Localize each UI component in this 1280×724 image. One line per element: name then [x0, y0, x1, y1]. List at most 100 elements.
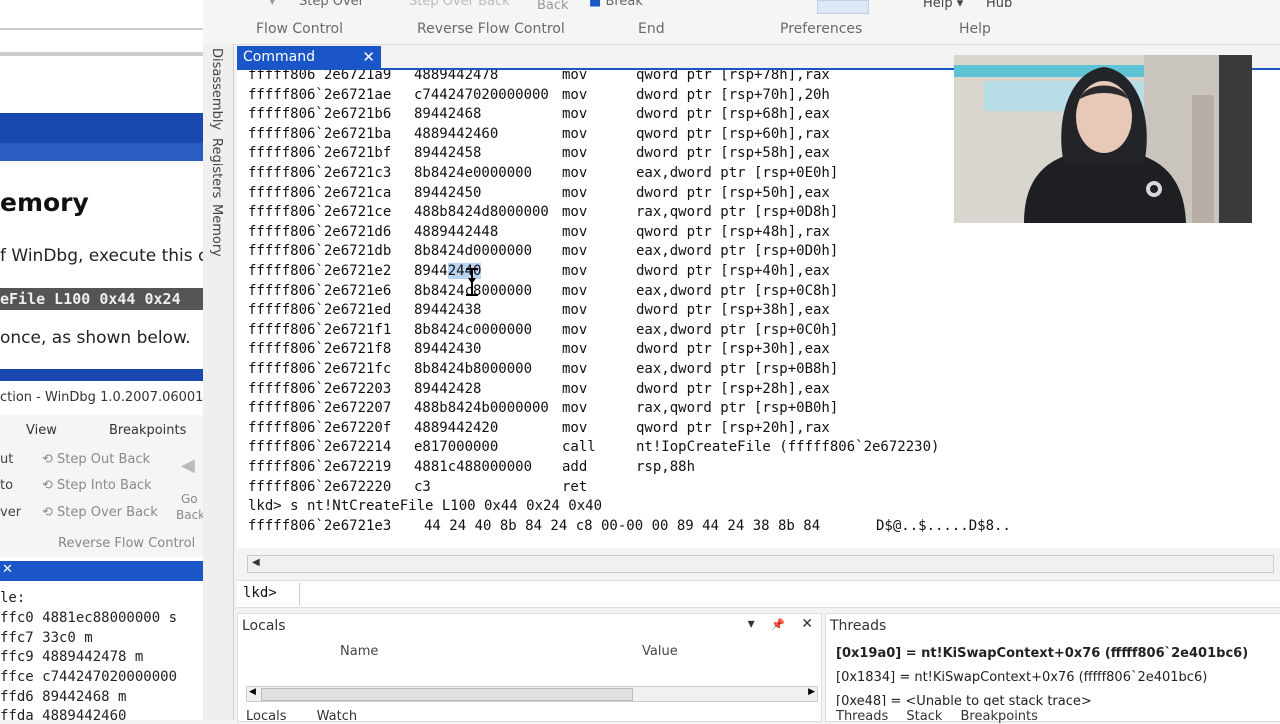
dropdown-icon[interactable]: ▾	[748, 616, 755, 632]
disasm-bytes: 89442430	[414, 341, 482, 358]
disasm-opcode: mov	[562, 419, 588, 436]
result-address: fffff806`2e6721e3	[248, 517, 392, 534]
disasm-bytes: 488b8424d8000000	[414, 204, 549, 221]
disasm-opcode: call	[562, 439, 596, 456]
tab-command-label: Command	[243, 49, 315, 65]
break-icon: ■	[589, 0, 602, 9]
scrollbar-thumb[interactable]	[261, 688, 633, 701]
thread-item[interactable]: [0x19a0] = nt!KiSwapContext+0x76 (fffff8…	[836, 646, 1248, 661]
disasm-address: fffff806`2e67220f	[248, 419, 392, 436]
command-echo[interactable]: lkd> s nt!NtCreateFile L100 0x44 0x24 0x…	[248, 498, 602, 517]
disasm-opcode: mov	[562, 321, 588, 338]
disasm-address: fffff806`2e6721db	[248, 243, 392, 260]
disasm-operands: eax,dword ptr [rsp+0D0h]	[636, 243, 839, 260]
column-header-name[interactable]: Name	[340, 644, 378, 659]
tab-registers[interactable]: Registers	[209, 138, 224, 198]
group-reverse-flow-control: Reverse Flow Control	[417, 21, 565, 37]
disasm-opcode: mov	[562, 184, 588, 201]
close-icon[interactable]: ✕	[2, 562, 13, 577]
horizontal-scrollbar[interactable]: ◀	[247, 555, 1274, 573]
prompt-label: lkd>	[243, 585, 277, 601]
disasm-address: fffff806`2e6721bf	[248, 145, 392, 162]
locals-panel: Locals ▾ 📌 ✕ Name Value ◀ ▶ Locals Watch	[237, 613, 822, 724]
command-input[interactable]	[299, 583, 1279, 605]
disasm-operands: eax,dword ptr [rsp+0C0h]	[636, 321, 839, 338]
pin-icon[interactable]: 📌	[771, 618, 785, 631]
disasm-operands: rax,qword ptr [rsp+0D8h]	[636, 204, 839, 221]
disasm-operands: dword ptr [rsp+28h],eax	[636, 380, 830, 397]
step-into-back-button[interactable]: ⟲ Step Into Back	[42, 478, 152, 493]
disasm-bytes: 4889442460	[414, 125, 499, 142]
disasm-bytes: 8b8424b8000000	[414, 361, 533, 377]
window-titlebar-accent	[0, 369, 203, 381]
disasm-opcode: mov	[562, 204, 588, 221]
step-out-back-button[interactable]: ⟲ Step Out Back	[42, 452, 150, 467]
scroll-left-icon[interactable]: ◀	[249, 687, 256, 697]
disasm-bytes: 89442458	[414, 145, 482, 162]
disasm-operands: dword ptr [rsp+58h],eax	[636, 145, 830, 162]
disasm-operands: rsp,88h	[636, 459, 696, 475]
disasm-opcode: mov	[562, 223, 588, 240]
window-title: ction - WinDbg 1.0.2007.06001	[0, 390, 203, 405]
disasm-address: fffff806`2e6721ca	[248, 184, 392, 201]
thread-item[interactable]: [0x1834] = nt!KiSwapContext+0x76 (fffff8…	[836, 670, 1207, 685]
tab-watch[interactable]: Watch	[317, 709, 357, 724]
disasm-opcode: mov	[562, 125, 588, 142]
scroll-right-icon[interactable]: ▶	[808, 687, 815, 697]
disasm-bytes: c744247020000000	[414, 86, 549, 103]
step-over-back-button[interactable]: Step Over Back	[409, 0, 510, 9]
disasm-address: fffff806`2e672214	[248, 439, 392, 456]
disasm-address: fffff806`2e6721f8	[248, 341, 392, 358]
disasm-opcode: mov	[562, 282, 588, 299]
disasm-address: fffff806`2e672219	[248, 459, 392, 475]
tab-memory[interactable]: Memory	[209, 204, 224, 257]
disasm-address: fffff806`2e6721b6	[248, 106, 392, 123]
disasm-address: fffff806`2e6721e2	[248, 263, 392, 279]
close-icon[interactable]: ✕	[362, 46, 375, 68]
disasm-opcode: mov	[562, 361, 588, 377]
disasm-bytes: e817000000	[414, 439, 499, 456]
horizontal-scrollbar[interactable]: ◀ ▶	[246, 686, 818, 702]
disasm-bytes: 8b8424d0000000	[414, 243, 533, 260]
result-ascii: D$@..$.....D$8..	[876, 517, 1011, 534]
disasm-bytes: 4889442478	[414, 70, 499, 83]
disasm-address: fffff806`2e672203	[248, 380, 392, 397]
tab-threads[interactable]: Threads	[836, 709, 888, 724]
ribbon: ▾ Step Over Step Over Back Back ■ Break …	[203, 0, 1280, 45]
asm-row: ffd6 89442468 m	[0, 689, 127, 705]
tab-command[interactable]: Command ✕	[237, 46, 381, 68]
page-banner	[0, 113, 203, 143]
thread-item[interactable]: [0xe48] = <Unable to get stack trace>	[836, 694, 1092, 706]
tab-disassembly[interactable]: Disassembly	[209, 48, 224, 130]
scroll-left-icon[interactable]: ◀	[252, 557, 260, 568]
text-cursor-icon	[466, 268, 478, 296]
asm-row: ffc9 4889442478 m	[0, 649, 144, 665]
go-back-label: Back	[176, 508, 203, 522]
background-browser-window: emory f WinDbg, execute this c eFile L10…	[0, 0, 203, 720]
tab-breakpoints[interactable]: Breakpoints	[109, 423, 186, 438]
disasm-operands: qword ptr [rsp+20h],rax	[636, 419, 830, 436]
step-over-button[interactable]: Step Over	[299, 0, 364, 9]
hub-button[interactable]: Hub	[986, 0, 1012, 11]
close-icon[interactable]: ✕	[801, 616, 813, 632]
disasm-operands: eax,dword ptr [rsp+0B8h]	[636, 361, 839, 377]
tab-view[interactable]: View	[26, 423, 57, 438]
tab-locals[interactable]: Locals	[246, 709, 286, 724]
group-preferences: Preferences	[780, 21, 863, 37]
tab-stack[interactable]: Stack	[906, 709, 942, 724]
back-button[interactable]: Back	[537, 0, 569, 13]
tab-breakpoints[interactable]: Breakpoints	[961, 709, 1038, 724]
go-back-icon[interactable]: ◀	[181, 455, 195, 476]
disasm-opcode: ret	[562, 478, 588, 495]
group-help: Help	[959, 21, 991, 37]
disasm-operands: qword ptr [rsp+78h],rax	[636, 70, 830, 83]
disasm-operands: dword ptr [rsp+50h],eax	[636, 184, 830, 201]
help-menu[interactable]: Help ▾	[923, 0, 963, 11]
disasm-address: fffff806`2e6721d6	[248, 223, 392, 240]
article-code: eFile L100 0x44 0x24	[0, 288, 203, 310]
step-over-back-button[interactable]: ⟲ Step Over Back	[42, 505, 158, 520]
break-button[interactable]: ■ Break	[589, 0, 643, 9]
dropdown-icon[interactable]: ▾	[269, 0, 276, 9]
preferences-button[interactable]	[817, 0, 869, 14]
column-header-value[interactable]: Value	[642, 644, 678, 659]
